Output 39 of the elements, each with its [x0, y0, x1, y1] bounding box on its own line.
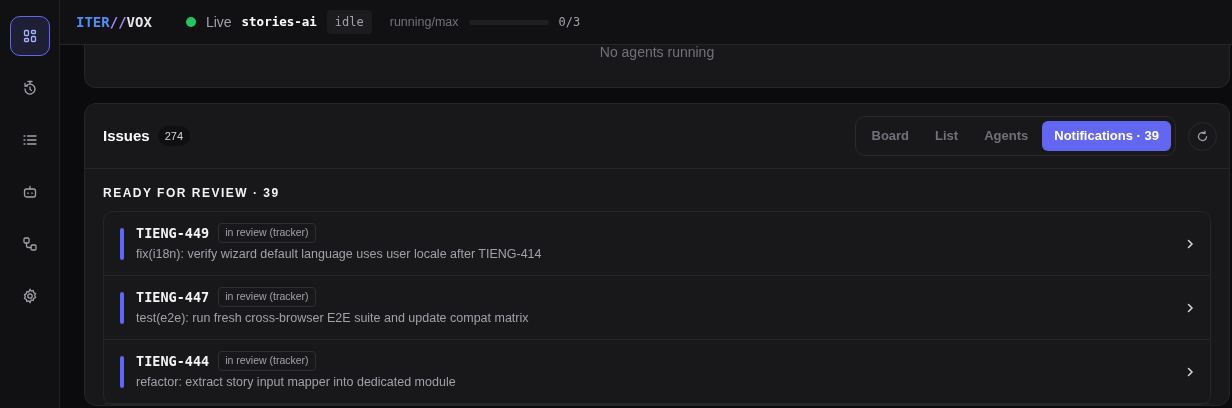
issue-title: refactor: extract story input mapper into dedicated module	[136, 374, 456, 392]
project-name: stories-ai	[241, 12, 317, 31]
sidebar-nav-button[interactable]	[9, 16, 50, 56]
section-title: READY FOR REVIEW · 39	[102, 185, 281, 202]
issue-count: 274	[157, 125, 191, 147]
issue-row[interactable]: TIENG-449 in review (tracker) fix(i18n): verify wizard default language uses user locale after TIENG-414	[104, 212, 1210, 276]
status-tag: in review (tracker)	[218, 223, 316, 243]
state-badge: idle	[326, 10, 372, 34]
empty-state-text: No agents running	[599, 45, 715, 60]
issues-title: Issues	[103, 125, 150, 146]
capacity-label: running/max	[389, 13, 459, 31]
issue-id: TIENG-449	[136, 224, 210, 243]
view-tab[interactable]: Board	[859, 121, 922, 151]
logo-text: ITER	[76, 13, 110, 30]
settings-icon	[21, 288, 38, 304]
logo-text: //	[109, 13, 127, 30]
issue-title: test(e2e): run fresh cross-browser E2E suite and update compat matrix	[136, 310, 529, 328]
robot-icon	[21, 184, 38, 200]
view-tab[interactable]: Agents	[972, 121, 1041, 151]
issue-row[interactable]: TIENG-447 in review (tracker) test(e2e): run fresh cross-browser E2E suite and update compat matrix	[104, 276, 1210, 340]
issue-id: TIENG-444	[136, 352, 210, 371]
chevron-right-icon	[1186, 303, 1194, 314]
chevron-right-icon	[1186, 239, 1194, 250]
issue-id: TIENG-447	[136, 288, 210, 307]
chevron-right-icon	[1186, 367, 1194, 378]
refresh-icon	[1196, 129, 1209, 143]
status-tag: in review (tracker)	[218, 287, 316, 307]
timer-icon	[21, 80, 38, 96]
view-tab[interactable]: List	[923, 121, 971, 151]
logo-text: VOX	[126, 13, 152, 30]
list-icon	[21, 132, 38, 148]
status-tag: in review (tracker)	[218, 351, 316, 371]
dashboard-icon	[21, 28, 38, 44]
workflow-icon	[21, 236, 38, 252]
issue-row[interactable]: TIENG-444 in review (tracker) refactor: extract story input mapper into dedicated module	[104, 340, 1210, 404]
view-tab[interactable]: Notifications · 39	[1042, 121, 1171, 151]
status-label: Live	[205, 12, 232, 32]
capacity-reading: 0/3	[558, 14, 581, 31]
issue-title: fix(i18n): verify wizard default language uses user locale after TIENG-414	[136, 246, 542, 264]
